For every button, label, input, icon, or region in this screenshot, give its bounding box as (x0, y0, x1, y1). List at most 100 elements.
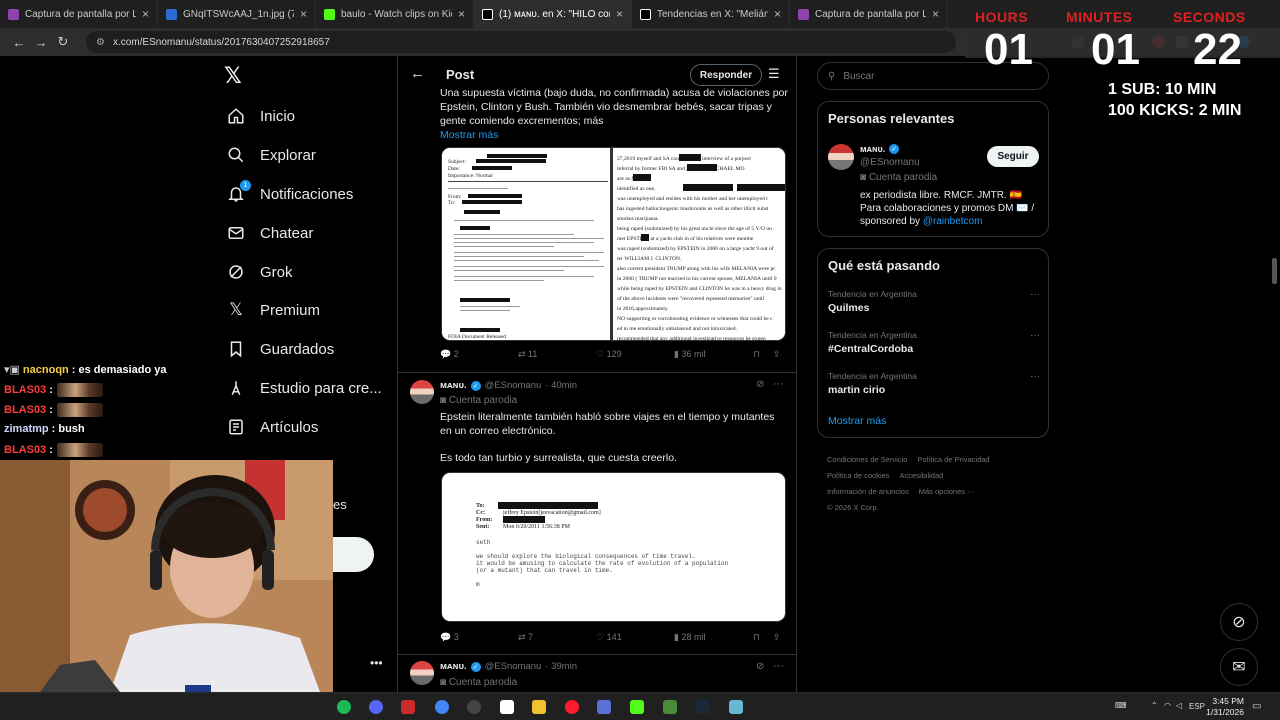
nav-notificaciones[interactable]: 1 Notificaciones (226, 179, 353, 209)
trend-item[interactable]: Tendencia en Argentina martin cirio ··· (828, 371, 1040, 396)
tab-close-icon[interactable]: × (458, 7, 465, 21)
tweet-image-email[interactable]: To: Cc: From: Sent: jeffrey Epstein[jeev… (441, 472, 786, 622)
keyboard-icon[interactable]: ⌨ (1115, 701, 1127, 710)
tab-close-icon[interactable]: × (142, 7, 149, 21)
app-icon[interactable] (729, 700, 743, 714)
bookmark-icon[interactable]: ⊓ (753, 632, 760, 643)
more-icon[interactable]: ··· (1030, 289, 1040, 300)
footer-link[interactable]: Información de anuncios (827, 487, 909, 496)
browser-tab-active[interactable]: (1) ᴍᴀɴᴜ. en X: "HILO con todas × (474, 0, 632, 28)
bio-link[interactable]: @rainbetcom (923, 216, 983, 227)
bookmark-icon[interactable]: ⊓ (753, 349, 760, 360)
messages-fab-icon[interactable]: ✉ (1220, 648, 1258, 686)
nav-premium[interactable]: 𝕏 Premium (226, 295, 320, 325)
avatar[interactable] (410, 661, 434, 685)
share-icon[interactable]: ⇪ (773, 349, 781, 360)
tab-close-icon[interactable]: × (616, 7, 623, 21)
minecraft-icon[interactable] (663, 700, 677, 714)
app-icon[interactable] (597, 700, 611, 714)
nav-inicio[interactable]: Inicio (226, 101, 295, 131)
avatar[interactable] (410, 380, 434, 404)
repost-action[interactable]: ⇄ 11 (518, 349, 537, 360)
back-arrow-icon[interactable]: ← (410, 65, 425, 82)
share-icon[interactable]: ⇪ (773, 632, 781, 643)
footer-link[interactable]: Política de cookies (827, 471, 890, 480)
footer-link[interactable]: Política de Privacidad (917, 455, 989, 464)
filter-icon[interactable]: ☰ (768, 66, 780, 82)
footer-link[interactable]: Condiciones de Servicio (827, 455, 907, 464)
chevron-up-icon[interactable]: ⌃ (1151, 701, 1158, 710)
reload-icon[interactable]: ↻ (52, 34, 74, 50)
trend-item[interactable]: Tendencia en Argentina #CentralCordoba ·… (828, 330, 1040, 355)
file-explorer-icon[interactable] (532, 700, 546, 714)
tweet-author[interactable]: ᴍᴀɴᴜ. ✓ @ESnomanu · 40min (440, 380, 577, 391)
x-logo-icon[interactable]: 𝕏 (224, 64, 248, 89)
spotify-icon[interactable] (337, 700, 351, 714)
tab-close-icon[interactable]: × (932, 7, 939, 21)
app-icon[interactable] (401, 700, 415, 714)
like-action[interactable]: ♡ 141 (596, 632, 622, 643)
show-more-link[interactable]: Mostrar más (440, 129, 498, 141)
nav-grok[interactable]: Grok (226, 257, 293, 287)
language-indicator[interactable]: ESP (1189, 702, 1205, 711)
tab-close-icon[interactable]: × (774, 7, 781, 21)
avatar[interactable] (828, 144, 854, 170)
more-icon[interactable]: ··· (1030, 330, 1040, 341)
post-button[interactable] (333, 537, 374, 572)
steam-icon[interactable] (696, 700, 710, 714)
tweet-time[interactable]: · 40min (545, 380, 577, 391)
nav-guardados[interactable]: Guardados (226, 334, 334, 364)
scrollbar[interactable] (1272, 258, 1277, 284)
grok-fab-icon[interactable]: ⊘ (1220, 603, 1258, 641)
more-icon[interactable]: ··· (1030, 371, 1040, 382)
reply-action[interactable]: 💬 2 (440, 349, 459, 360)
obs-icon[interactable] (467, 700, 481, 714)
url-field[interactable]: ⚙ x.com/ESnomanu/status/20176304072529186… (86, 31, 956, 53)
kick-icon[interactable] (630, 700, 644, 714)
tab-close-icon[interactable]: × (300, 7, 307, 21)
relevant-user-handle[interactable]: @ESnomanu (860, 157, 920, 168)
volume-icon[interactable]: ◁ (1176, 701, 1182, 710)
nav-explorar[interactable]: Explorar (226, 140, 316, 170)
trend-context: Tendencia en Argentina (828, 289, 917, 299)
reply-action[interactable]: 💬 3 (440, 632, 459, 643)
nav-estudio[interactable]: Estudio para cre... (226, 373, 382, 403)
show-more-link[interactable]: Mostrar más (828, 415, 886, 427)
browser-tab[interactable]: Captura de pantalla por Lightsh × (790, 0, 948, 28)
forward-icon[interactable]: → (30, 35, 52, 50)
grok-icon[interactable]: ⊘ (756, 379, 764, 390)
follow-button[interactable]: Seguir (987, 146, 1039, 167)
repost-action[interactable]: ⇄ 7 (518, 632, 533, 643)
tweet-time[interactable]: · 39min (545, 661, 577, 672)
more-icon[interactable]: ··· (773, 378, 784, 390)
views-action[interactable]: ▮ 36 mil (674, 349, 705, 360)
clock[interactable]: 3:45 PM 1/31/2026 (1204, 696, 1244, 718)
app-icon[interactable] (500, 700, 514, 714)
browser-tab[interactable]: baulo - Watch clips on Kick × (316, 0, 474, 28)
more-icon[interactable]: ··· (773, 660, 784, 672)
opera-icon[interactable] (565, 700, 579, 714)
account-menu-icon[interactable]: ••• (370, 656, 383, 670)
nav-chatear[interactable]: Chatear (226, 218, 313, 248)
reply-button[interactable]: Responder (690, 64, 762, 86)
author-name: ᴍᴀɴᴜ. (440, 661, 467, 672)
grok-icon[interactable]: ⊘ (756, 661, 764, 672)
wifi-icon[interactable]: ◠ (1164, 701, 1171, 710)
browser-tab[interactable]: Tendencias en X: "Melián": Por × (632, 0, 790, 28)
tweet-image-document[interactable]: Subject: Date: Importance: Normal From: … (441, 147, 786, 341)
discord-icon[interactable] (369, 700, 383, 714)
relevant-user-name[interactable]: ᴍᴀɴᴜ. ✓ (860, 144, 900, 154)
notification-icon[interactable]: ▭ (1252, 701, 1261, 712)
chrome-icon[interactable] (435, 700, 449, 714)
footer-link[interactable]: Accesibilidad (900, 471, 944, 480)
like-action[interactable]: ♡ 129 (596, 349, 622, 360)
views-action[interactable]: ▮ 28 mil (674, 632, 705, 643)
browser-tab[interactable]: GNqITSWcAAJ_1n.jpg (720×96 × (158, 0, 316, 28)
nav-articulos[interactable]: Artículos (226, 412, 318, 442)
site-info-icon[interactable]: ⚙ (96, 37, 105, 48)
footer-link[interactable]: Más opciones ··· (919, 487, 975, 496)
trend-item[interactable]: Tendencia en Argentina Quilmes ··· (828, 289, 1040, 314)
tweet-author[interactable]: ᴍᴀɴᴜ. ✓ @ESnomanu · 39min (440, 661, 577, 672)
browser-tab[interactable]: Captura de pantalla por Lightsh × (0, 0, 158, 28)
back-icon[interactable]: ← (8, 35, 30, 50)
